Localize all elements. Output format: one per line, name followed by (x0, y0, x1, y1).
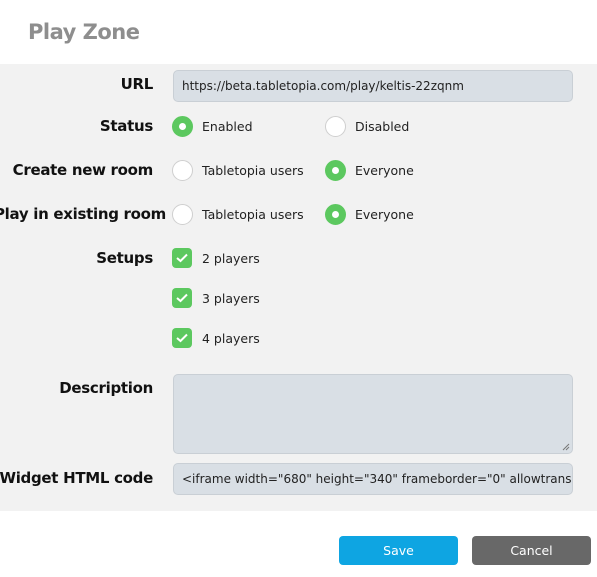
existing-room-tabletopia-radio[interactable] (172, 204, 193, 225)
existing-room-everyone-radio[interactable] (325, 204, 346, 225)
status-disabled-label[interactable]: Disabled (355, 119, 409, 134)
create-room-label: Create new room (12, 161, 154, 179)
setup-3-players-label[interactable]: 3 players (202, 291, 260, 306)
create-room-tabletopia-radio[interactable] (172, 160, 193, 181)
setup-3-players-checkbox[interactable] (172, 288, 192, 308)
status-enabled-radio[interactable] (172, 116, 193, 137)
checkmark-icon (176, 293, 188, 303)
checkmark-icon (176, 253, 188, 263)
setup-2-players-label[interactable]: 2 players (202, 251, 260, 266)
url-label: URL (120, 75, 154, 93)
status-enabled-label[interactable]: Enabled (202, 119, 253, 134)
widget-code-input[interactable]: <iframe width="680" height="340" framebo… (173, 463, 573, 495)
form-panel: URL https://beta.tabletopia.com/play/kel… (0, 64, 597, 511)
cancel-button[interactable]: Cancel (472, 536, 591, 565)
url-input[interactable]: https://beta.tabletopia.com/play/keltis-… (173, 70, 573, 102)
widget-label: Widget HTML code (0, 469, 153, 487)
setup-4-players-checkbox[interactable] (172, 328, 192, 348)
save-button[interactable]: Save (339, 536, 458, 565)
create-room-tabletopia-label[interactable]: Tabletopia users (202, 163, 304, 178)
checkmark-icon (176, 333, 188, 343)
existing-room-label: Play in existing room (0, 205, 166, 223)
status-disabled-radio[interactable] (325, 116, 346, 137)
description-label: Description (59, 379, 153, 397)
create-room-everyone-radio[interactable] (325, 160, 346, 181)
resize-handle-icon[interactable] (562, 443, 570, 451)
create-room-everyone-label[interactable]: Everyone (355, 163, 414, 178)
setup-2-players-checkbox[interactable] (172, 248, 192, 268)
existing-room-everyone-label[interactable]: Everyone (355, 207, 414, 222)
setups-label: Setups (96, 249, 153, 267)
existing-room-tabletopia-label[interactable]: Tabletopia users (202, 207, 304, 222)
description-textarea[interactable] (173, 374, 573, 454)
dialog-title: Play Zone (28, 20, 140, 44)
status-label: Status (99, 117, 153, 135)
setup-4-players-label[interactable]: 4 players (202, 331, 260, 346)
